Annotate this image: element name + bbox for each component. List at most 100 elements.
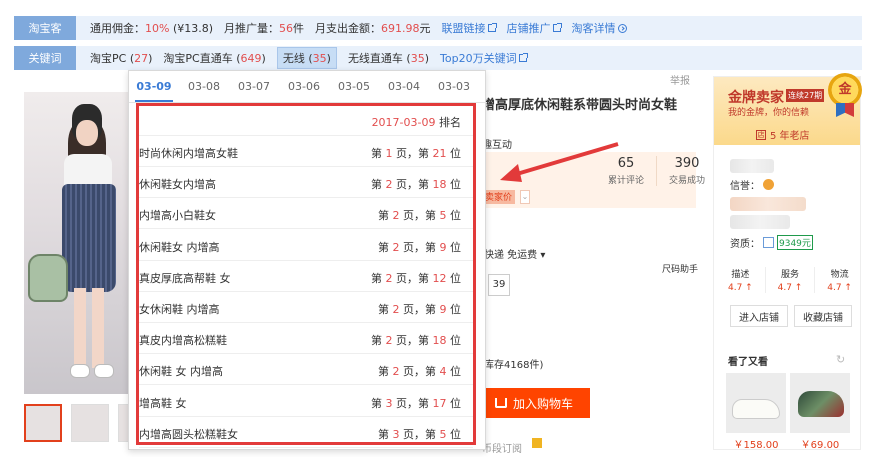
also-viewed-list: ￥158.00 ￥69.00 <box>726 373 850 451</box>
qualification-icon[interactable] <box>763 237 774 248</box>
blurred-info <box>730 215 790 229</box>
monthly-volume-stat: 月推广量：56件 <box>224 22 305 35</box>
product-main-image[interactable] <box>24 92 138 394</box>
ranking-position: 第 2 页，第 4 位 <box>378 365 461 379</box>
shop-icon: 店 <box>756 129 766 140</box>
ranking-date: 2017-03-09 排名 <box>371 116 461 129</box>
refresh-icon[interactable]: ↻ <box>836 353 845 366</box>
date-tab[interactable]: 03-07 <box>229 71 279 102</box>
item-price: ￥158.00 <box>733 440 779 451</box>
thumbnail[interactable] <box>24 404 62 442</box>
add-to-cart-button[interactable]: 加入购物车 <box>478 388 590 418</box>
date-tab[interactable]: 03-08 <box>179 71 229 102</box>
enter-shop-button[interactable]: 进入店铺 <box>730 305 788 327</box>
shoe-image <box>790 373 850 433</box>
seller-blurred-info-2 <box>730 215 790 229</box>
date-tab[interactable]: 03-06 <box>279 71 329 102</box>
ranking-row[interactable]: 内增高小白鞋女 第 2 页，第 5 位 <box>139 198 473 230</box>
ranking-row[interactable]: 休闲鞋 女 内增高 第 2 页，第 4 位 <box>139 354 473 386</box>
top-keywords-link[interactable]: Top20万关键词 <box>440 50 528 66</box>
ranking-keyword: 休闲鞋女内增高 <box>139 178 216 192</box>
badge-icon <box>532 438 542 448</box>
model-legs <box>74 288 104 368</box>
seller-qualification: 资质： 9349元 <box>730 235 813 250</box>
taoke-label: 淘宝客 <box>14 16 76 40</box>
blurred-info <box>730 197 806 211</box>
keyword-tab-wireless[interactable]: 无线 (35) <box>276 47 337 69</box>
gold-seller-slogan: 我的金牌，你的信赖 <box>728 108 810 118</box>
ranking-row[interactable]: 休闲鞋女 内增高 第 2 页，第 9 位 <box>139 230 473 261</box>
model-shoe <box>70 364 90 378</box>
ranking-keyword: 内增高小白鞋女 <box>139 209 216 223</box>
union-link[interactable]: 联盟链接 <box>442 20 497 36</box>
score-service: 服务 4.7 ↑ <box>777 270 803 293</box>
also-viewed-item[interactable]: ￥69.00 <box>790 373 850 451</box>
ranking-row[interactable]: 休闲鞋女内增高 第 2 页，第 18 位 <box>139 167 473 199</box>
keyword-tab-wireless-ztc[interactable]: 无线直通车 (35) <box>348 50 429 66</box>
date-tab[interactable]: 03-09 <box>129 71 179 102</box>
divider <box>764 267 766 293</box>
shipping-info[interactable]: 快递 免运费 ▾ <box>484 246 545 261</box>
gold-medal-icon: 金 <box>828 73 862 107</box>
ranking-position: 第 2 页，第 9 位 <box>378 240 461 254</box>
shop-age: 店5 年老店 <box>756 129 810 142</box>
ranking-keyword: 时尚休闲内增高女鞋 <box>139 147 238 160</box>
gold-seller-title: 金牌卖家 <box>728 90 784 106</box>
ranking-position: 第 2 页，第 18 位 <box>371 334 461 348</box>
cart-icon <box>494 398 507 408</box>
product-title: 增高厚底休闲鞋系带圆头时尚女鞋 <box>482 98 678 113</box>
chevron-down-icon[interactable]: ⌄ <box>520 190 530 204</box>
date-tab[interactable]: 03-03 <box>429 71 479 102</box>
ranking-position: 第 2 页，第 12 位 <box>371 271 461 285</box>
ranking-keyword: 真皮内增高松糕鞋 <box>139 334 227 348</box>
shoe-image <box>726 373 786 433</box>
stock-info: 库存4168件) <box>484 360 544 371</box>
ranking-position: 第 3 页，第 17 位 <box>371 396 461 410</box>
ribbon-icon <box>836 103 854 117</box>
ranking-keyword: 女休闲鞋 内增高 <box>139 303 220 316</box>
thumbnail[interactable] <box>71 404 109 442</box>
ranking-row[interactable]: 增高鞋 女 第 3 页，第 17 位 <box>139 386 473 417</box>
seller-name[interactable] <box>730 159 774 173</box>
also-viewed-title: 看了又看 <box>728 357 768 368</box>
shoe-shape <box>798 391 844 417</box>
ranking-keyword: 真皮厚底高帮鞋 女 <box>139 271 231 285</box>
size-helper-link[interactable]: 尺码助手 <box>662 262 698 275</box>
favorite-shop-button[interactable]: 收藏店铺 <box>794 305 852 327</box>
ranking-position: 第 2 页，第 18 位 <box>371 178 461 192</box>
ranking-table: 2017-03-09 排名 时尚休闲内增高女鞋 第 1 页，第 21 位休闲鞋女内… <box>136 103 476 448</box>
credit-crown-icon[interactable] <box>763 179 774 190</box>
deposit-badge[interactable]: 9349元 <box>777 235 813 250</box>
model-dress <box>62 184 116 292</box>
shoe-shape <box>732 399 780 419</box>
shop-buttons: 进入店铺 收藏店铺 <box>730 305 852 327</box>
gold-seller-header: 金牌卖家 连续27期 我的金牌，你的信赖 金 店5 年老店 <box>714 73 862 145</box>
ranking-header: 2017-03-09 排名 <box>139 106 473 136</box>
seller-blurred-info <box>730 197 806 211</box>
gold-seller-badge: 连续27期 <box>786 89 825 102</box>
date-tab[interactable]: 03-05 <box>329 71 379 102</box>
model-shoe <box>94 364 114 378</box>
keyword-tab-taobao-pc-ztc[interactable]: 淘宝PC直通车 (649) <box>163 50 265 66</box>
external-link-icon <box>487 23 497 32</box>
keyword-tab-taobao-pc[interactable]: 淘宝PC (27) <box>90 50 152 66</box>
ranking-row[interactable]: 女休闲鞋 内增高 第 2 页，第 9 位 <box>139 292 473 323</box>
seller-credit: 信誉： <box>730 177 774 192</box>
date-tab[interactable]: 03-04 <box>379 71 429 102</box>
also-viewed-item[interactable]: ￥158.00 <box>726 373 786 451</box>
subscribe-link[interactable]: 币段订阅 <box>482 440 522 455</box>
report-link[interactable]: 举报 <box>670 72 690 87</box>
ranking-row[interactable]: 时尚休闲内增高女鞋 第 1 页，第 21 位 <box>139 136 473 167</box>
size-option[interactable]: 39 <box>488 274 510 296</box>
keyword-ranking-popup: 03-09 03-08 03-07 03-06 03-05 03-04 03-0… <box>128 70 487 450</box>
arrow-circle-icon <box>617 23 627 33</box>
commission-stat: 通用佣金：10% (¥13.8) <box>90 22 214 35</box>
taoke-detail-link[interactable]: 淘客详情 <box>572 20 627 36</box>
annotation-arrow-icon <box>500 142 619 182</box>
ranking-row[interactable]: 真皮厚底高帮鞋 女 第 2 页，第 12 位 <box>139 261 473 292</box>
ranking-row[interactable]: 真皮内增高松糕鞋 第 2 页，第 18 位 <box>139 323 473 355</box>
ranking-position: 第 1 页，第 21 位 <box>371 147 461 160</box>
shop-promo-link[interactable]: 店铺推广 <box>507 20 562 36</box>
item-price: ￥69.00 <box>800 440 840 451</box>
ranking-row[interactable]: 内增高圆头松糕鞋女 第 3 页，第 5 位 <box>139 417 473 448</box>
